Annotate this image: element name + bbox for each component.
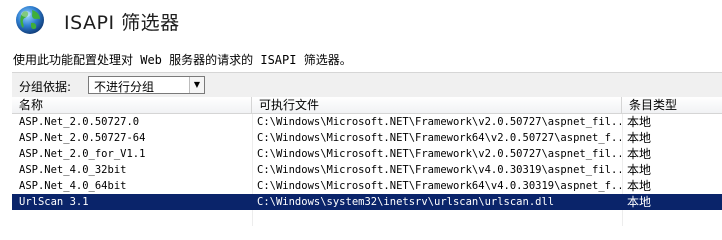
globe-icon [16, 6, 44, 34]
row-type: 本地 [627, 195, 652, 209]
row-path: C:\Windows\Microsoft.NET\Framework64\v2.… [257, 132, 621, 144]
row-path: C:\Windows\Microsoft.NET\Framework\v2.0.… [257, 148, 621, 160]
row-type: 本地 [627, 131, 652, 145]
row-name: ASP.Net_2.0.50727.0 [19, 116, 140, 128]
group-by-select[interactable]: 不进行分组 ▼ [88, 76, 205, 94]
page-title: ISAPI 筛选器 [64, 12, 180, 34]
row-name: ASP.Net_4.0_32bit [19, 164, 127, 176]
group-by-value: 不进行分组 [94, 80, 155, 94]
row-name: ASP.Net_2.0.50727-64 [19, 132, 146, 144]
group-by-toolbar: 分组依据: 不进行分组 ▼ [12, 72, 722, 98]
table-row[interactable]: ASP.Net_4.0_64bit C:\Windows\Microsoft.N… [12, 178, 722, 194]
row-type: 本地 [627, 147, 652, 161]
row-name: UrlScan 3.1 [19, 196, 89, 208]
row-name: ASP.Net_2.0_for_V1.1 [19, 148, 146, 160]
page-header: ISAPI 筛选器 [0, 0, 722, 40]
table-row[interactable]: ASP.Net_2.0_for_V1.1 C:\Windows\Microsof… [12, 146, 722, 162]
row-type: 本地 [627, 179, 652, 193]
table-row[interactable]: ASP.Net_4.0_32bit C:\Windows\Microsoft.N… [12, 162, 722, 178]
chevron-down-icon[interactable]: ▼ [189, 77, 204, 93]
row-path: C:\Windows\Microsoft.NET\Framework\v4.0.… [257, 164, 621, 176]
row-path: C:\Windows\Microsoft.NET\Framework\v2.0.… [257, 116, 621, 128]
sort-ascending-icon: ▲ [19, 100, 26, 110]
row-type: 本地 [627, 115, 652, 129]
filter-table: 名称 ▲ 可执行文件 条目类型 ASP.Net_2.0.50727.0 C:\W… [12, 97, 722, 226]
table-row[interactable]: ASP.Net_2.0.50727.0 C:\Windows\Microsoft… [12, 114, 722, 130]
column-header-type[interactable]: 条目类型 [622, 97, 722, 114]
table-row-selected[interactable]: UrlScan 3.1 C:\Windows\system32\inetsrv\… [12, 194, 722, 210]
row-path: C:\Windows\Microsoft.NET\Framework64\v4.… [257, 180, 621, 192]
table-row[interactable]: ASP.Net_2.0.50727-64 C:\Windows\Microsof… [12, 130, 722, 146]
group-by-label: 分组依据: [19, 80, 72, 94]
row-type: 本地 [627, 163, 652, 177]
column-header-path[interactable]: 可执行文件 [252, 97, 622, 114]
column-header-name[interactable]: 名称 ▲ [12, 97, 252, 114]
row-name: ASP.Net_4.0_64bit [19, 180, 127, 192]
page-description: 使用此功能配置处理对 Web 服务器的请求的 ISAPI 筛选器。 [13, 53, 352, 67]
row-path: C:\Windows\system32\inetsrv\urlscan\urls… [257, 196, 555, 208]
